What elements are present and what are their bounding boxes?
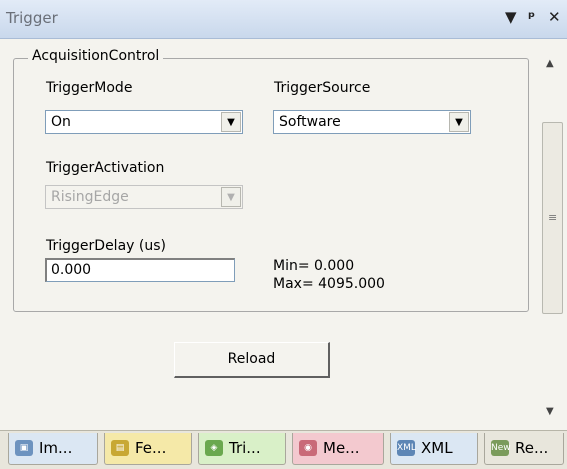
bottom-tab-bar: ▣ Im... ▤ Fe... ◈ Tri... ◉ Me... XML XML… (0, 430, 567, 469)
trigger-icon: ◈ (205, 440, 223, 456)
group-legend: AcquisitionControl (28, 48, 164, 64)
tab-features[interactable]: ▤ Fe... (104, 433, 192, 465)
tab-label: Tri... (229, 439, 261, 457)
trigger-activation-select: RisingEdge ▼ (45, 185, 243, 209)
tab-xml[interactable]: XML XML (390, 433, 478, 465)
trigger-source-value: Software (279, 114, 341, 130)
register-icon: New (491, 440, 511, 456)
trigger-source-select[interactable]: Software ▼ (273, 110, 471, 134)
trigger-mode-value: On (51, 114, 71, 130)
trigger-delay-input[interactable]: 0.000 (45, 258, 235, 282)
tab-image[interactable]: ▣ Im... (8, 433, 98, 465)
trigger-delay-label: TriggerDelay (us) (46, 238, 166, 254)
chevron-down-icon[interactable]: ▼ (221, 112, 241, 132)
trigger-source-label: TriggerSource (274, 80, 371, 96)
scroll-down-icon[interactable]: ▼ (546, 406, 554, 417)
trigger-mode-label: TriggerMode (46, 80, 133, 96)
chevron-down-icon: ▼ (221, 187, 241, 207)
grip-icon: ≡ (548, 211, 558, 224)
chevron-down-icon[interactable]: ▼ (449, 112, 469, 132)
feature-icon: ▤ (111, 440, 129, 456)
reload-button[interactable]: Reload (174, 342, 330, 378)
trigger-mode-select[interactable]: On ▼ (45, 110, 243, 134)
xml-icon: XML (397, 440, 416, 456)
tab-register[interactable]: New Re... (484, 433, 564, 465)
vertical-scrollbar[interactable]: ▲ ≡ ▼ (540, 40, 565, 430)
tab-label: Me... (323, 439, 360, 457)
min-value-text: Min= 0.000 (273, 258, 355, 274)
trigger-delay-value: 0.000 (51, 262, 92, 278)
tab-label: Im... (39, 439, 73, 457)
panel-title: Trigger (6, 9, 58, 27)
tab-memory[interactable]: ◉ Me... (292, 433, 384, 465)
tab-label: XML (421, 439, 453, 457)
max-value-text: Max= 4095.000 (273, 276, 385, 292)
tab-trigger[interactable]: ◈ Tri... (198, 433, 286, 465)
panel-titlebar: Trigger ▼ ᵖ ✕ (0, 0, 567, 39)
image-icon: ▣ (15, 440, 33, 456)
tab-label: Re... (515, 439, 549, 457)
trigger-activation-value: RisingEdge (51, 189, 129, 205)
memory-icon: ◉ (299, 440, 317, 456)
dropdown-menu-icon[interactable]: ▼ (505, 8, 517, 26)
tab-label: Fe... (135, 439, 167, 457)
scroll-thumb[interactable]: ≡ (542, 122, 563, 314)
pin-icon[interactable]: ᵖ (528, 8, 535, 26)
trigger-activation-label: TriggerActivation (46, 160, 165, 176)
scroll-up-icon[interactable]: ▲ (546, 58, 554, 69)
close-icon[interactable]: ✕ (548, 8, 561, 26)
